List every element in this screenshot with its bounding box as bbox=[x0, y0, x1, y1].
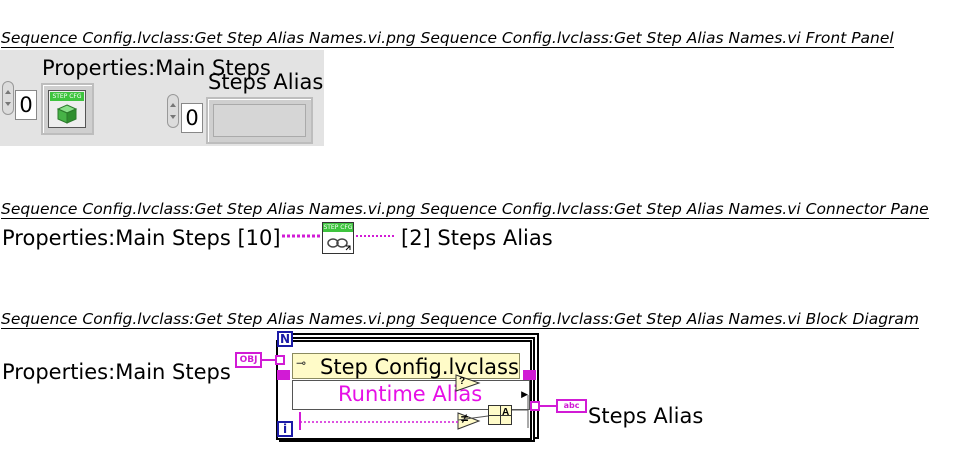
connector-pane-heading: Sequence Config.lvclass:Get Step Alias N… bbox=[1, 200, 929, 219]
unbundle-by-name-node[interactable]: ⊸ Step Config.lvclass bbox=[292, 353, 520, 379]
connector-output-label: [2] Steps Alias bbox=[401, 226, 553, 250]
steps-alias-index-field[interactable]: 0 bbox=[181, 103, 203, 133]
block-diagram-heading: Sequence Config.lvclass:Get Step Alias N… bbox=[1, 310, 920, 329]
step-cfg-banner: STEP CFG bbox=[50, 92, 84, 101]
inner-wires bbox=[299, 395, 529, 430]
cube-icon bbox=[56, 104, 78, 124]
loop-iteration-terminal[interactable]: i bbox=[277, 421, 293, 437]
main-steps-index-field[interactable]: 0 bbox=[15, 90, 37, 120]
bd-output-label: Steps Alias bbox=[588, 404, 704, 428]
front-panel-heading: Sequence Config.lvclass:Get Step Alias N… bbox=[1, 29, 894, 48]
connector-input-label: Properties:Main Steps [10] bbox=[2, 226, 281, 250]
unbundle-class-label: Step Config.lvclass bbox=[320, 355, 519, 379]
left-shift-register bbox=[277, 370, 290, 380]
steps-alias-label: Steps Alias bbox=[208, 70, 324, 94]
input-wire bbox=[262, 359, 276, 361]
loop-count-terminal[interactable]: N bbox=[277, 331, 293, 347]
string-indicator bbox=[213, 104, 306, 137]
steps-alias-terminal[interactable]: abc bbox=[556, 399, 587, 413]
output-wire bbox=[540, 405, 557, 407]
class-object-icon: STEP CFG bbox=[48, 90, 86, 128]
vi-icon[interactable]: STEP CFG bbox=[322, 222, 354, 254]
unbundle-pin-icon: ⊸ bbox=[296, 356, 307, 370]
vi-icon-banner: STEP CFG bbox=[323, 223, 353, 232]
link-icon bbox=[327, 238, 351, 251]
main-steps-index-spinner[interactable] bbox=[2, 81, 14, 115]
bd-input-label: Properties:Main Steps bbox=[2, 360, 231, 384]
right-shift-register bbox=[523, 370, 536, 380]
steps-alias-index-spinner[interactable] bbox=[167, 94, 179, 128]
empty-string-check-glyph: ? bbox=[459, 376, 466, 387]
steps-alias-array-element[interactable] bbox=[206, 97, 313, 144]
input-tunnel bbox=[275, 355, 285, 365]
main-steps-terminal[interactable]: OBJ bbox=[235, 352, 262, 368]
main-steps-array-element[interactable]: STEP CFG bbox=[41, 83, 94, 135]
output-tunnel bbox=[530, 401, 540, 411]
